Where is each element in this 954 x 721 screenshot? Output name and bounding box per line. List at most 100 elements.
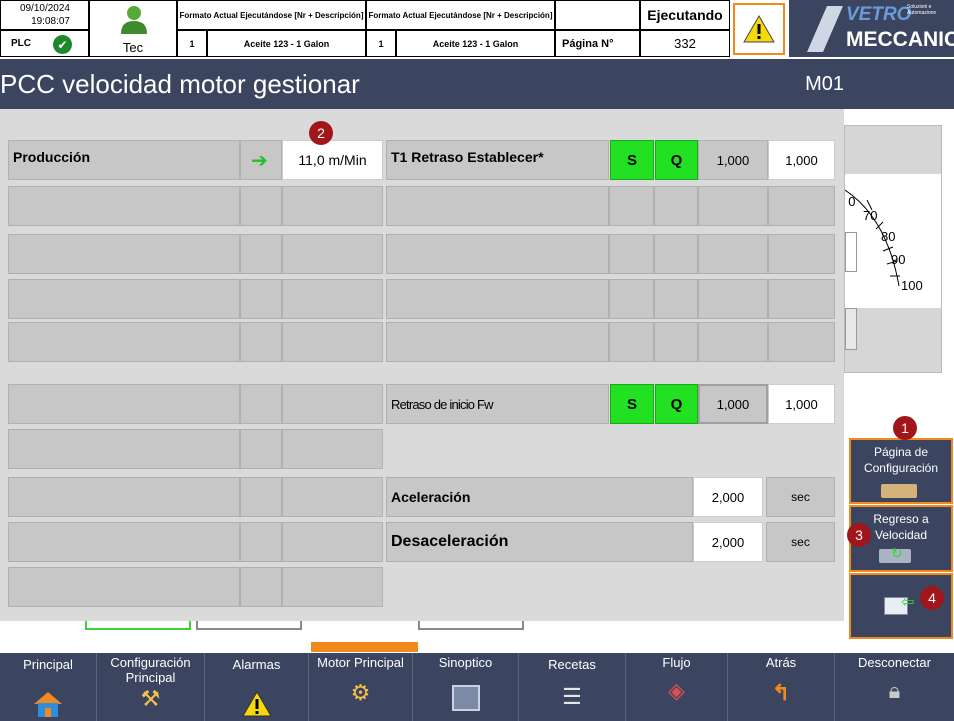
empty-cell xyxy=(654,186,698,226)
empty-cell xyxy=(768,186,835,226)
user-name: Tec xyxy=(122,40,144,55)
empty-cell xyxy=(8,477,240,517)
logo-mark-icon xyxy=(807,6,843,52)
format-nr-1: 1 xyxy=(177,30,207,57)
recipes-icon: ☰ xyxy=(562,684,582,709)
gauge-tick-100: 100 xyxy=(901,278,923,293)
empty-cell xyxy=(240,567,282,607)
transfer-arrow-icon: ⇦ xyxy=(901,594,915,611)
empty-cell xyxy=(768,322,835,362)
config-page-button[interactable]: Página de Configuración xyxy=(849,438,953,504)
nav-sinoptico-label: Sinoptico xyxy=(438,655,493,670)
nav-recetas[interactable]: Recetas ☰ xyxy=(519,653,626,721)
green-arrow-icon: ↻ xyxy=(891,545,903,561)
retraso-value-1: 1,000 xyxy=(698,384,768,424)
tools-icon: ⚒ xyxy=(140,686,161,711)
empty-cell xyxy=(609,322,654,362)
t1-value-2[interactable]: 1,000 xyxy=(768,140,835,180)
nav-sinoptico[interactable]: Sinoptico xyxy=(413,653,519,721)
company-logo: VETRO Soluzioni e Automazione MECCANICA xyxy=(789,0,954,57)
empty-cell xyxy=(240,234,282,274)
nav-desconectar[interactable]: Desconectar 🔒︎ xyxy=(835,653,954,721)
retraso-value-2[interactable]: 1,000 xyxy=(768,384,835,424)
nav-principal[interactable]: Principal xyxy=(0,653,97,721)
blank-header-cell xyxy=(555,0,640,30)
machine-config-icon xyxy=(881,484,917,498)
gauge-tick-80: 80 xyxy=(881,229,896,244)
nav-motor[interactable]: Motor Principal ⚙ xyxy=(309,653,413,721)
empty-cell xyxy=(240,429,282,469)
page-label: Página N° xyxy=(555,30,640,57)
aceleracion-value[interactable]: 2,000 xyxy=(693,477,763,517)
desaceleracion-value[interactable]: 2,000 xyxy=(693,522,763,562)
produccion-value: 11,0 m/Min xyxy=(282,140,383,180)
nav-config[interactable]: Configuración Principal ⚒ xyxy=(97,653,205,721)
badge-1: 1 xyxy=(893,416,917,440)
empty-cell xyxy=(282,384,383,424)
empty-cell xyxy=(282,322,383,362)
nav-atras[interactable]: Atrás ↰ xyxy=(728,653,835,721)
empty-cell xyxy=(8,384,240,424)
logo-top: VETRO xyxy=(846,4,912,25)
aceleracion-unit: sec xyxy=(766,477,835,517)
empty-cell xyxy=(768,234,835,274)
empty-cell xyxy=(386,279,609,319)
title-bar: PCC velocidad motor gestionar M01 xyxy=(0,59,954,109)
synoptic-icon xyxy=(451,685,480,711)
empty-cell xyxy=(8,234,240,274)
empty-cell xyxy=(698,322,768,362)
bottom-nav: Principal Configuración Principal ⚒ Alar… xyxy=(0,653,954,721)
format-desc-2: Aceite 123 - 1 Galon xyxy=(396,30,555,57)
alarm-warning-button[interactable] xyxy=(733,3,785,55)
strip-tab-grey xyxy=(418,621,524,630)
empty-cell xyxy=(654,322,698,362)
format-title-2: Formato Actual Ejecutándose [Nr + Descri… xyxy=(366,0,555,30)
plc-status-box: PLC ✔ xyxy=(0,30,89,57)
empty-cell xyxy=(386,234,609,274)
badge-3: 3 xyxy=(847,523,871,547)
empty-cell xyxy=(240,477,282,517)
badge-2: 2 xyxy=(309,121,333,145)
nav-flujo[interactable]: Flujo ◈ xyxy=(626,653,728,721)
time-text: 19:08:07 xyxy=(31,16,70,27)
config-page-label: Página de Configuración xyxy=(863,445,939,475)
datetime-box: 09/10/2024 19:08:07 xyxy=(0,0,89,30)
empty-cell xyxy=(240,522,282,562)
empty-cell xyxy=(8,522,240,562)
t1-value-1: 1,000 xyxy=(698,140,768,180)
empty-cell xyxy=(698,186,768,226)
empty-cell xyxy=(8,429,240,469)
motor-code: M01 xyxy=(805,73,844,95)
empty-cell xyxy=(609,234,654,274)
empty-cell xyxy=(282,477,383,517)
empty-cell xyxy=(698,234,768,274)
speed-gauge xyxy=(845,189,900,287)
user-box[interactable]: Tec xyxy=(89,0,177,57)
t1-q-button[interactable]: Q xyxy=(655,140,698,180)
alarm-icon xyxy=(241,691,272,717)
home-icon xyxy=(34,692,62,717)
nav-atras-label: Atrás xyxy=(765,655,797,670)
date-text: 09/10/2024 xyxy=(19,3,70,14)
empty-cell xyxy=(282,279,383,319)
retraso-q-button[interactable]: Q xyxy=(655,384,698,424)
empty-cell xyxy=(240,384,282,424)
nav-flujo-label: Flujo xyxy=(662,655,691,670)
back-arrow-icon: ↰ xyxy=(771,680,791,705)
empty-cell xyxy=(240,322,282,362)
nav-alarmas[interactable]: Alarmas xyxy=(205,653,309,721)
empty-cell xyxy=(282,522,383,562)
empty-cell xyxy=(282,186,383,226)
empty-cell xyxy=(386,186,609,226)
plc-label: PLC xyxy=(11,38,31,49)
empty-cell xyxy=(386,322,609,362)
flow-icon: ◈ xyxy=(668,678,685,703)
empty-cell xyxy=(609,186,654,226)
gauge-tick-70: 70 xyxy=(863,208,878,223)
main-panel: Producción ➔ 11,0 m/Min T1 Retraso Estab… xyxy=(0,109,844,621)
aceleracion-label: Aceleración xyxy=(386,477,693,517)
nav-desconectar-label: Desconectar xyxy=(858,655,931,670)
t1-s-button[interactable]: S xyxy=(610,140,654,180)
retraso-s-button[interactable]: S xyxy=(610,384,654,424)
plc-ok-icon: ✔ xyxy=(53,35,72,54)
